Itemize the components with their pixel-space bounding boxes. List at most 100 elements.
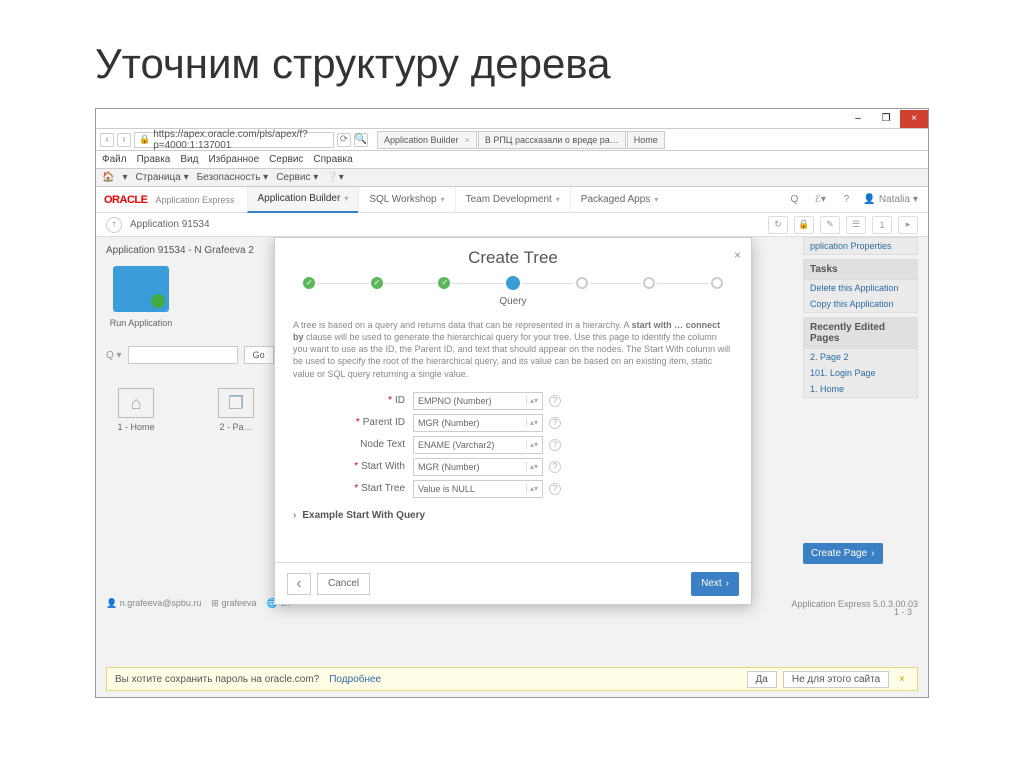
bc-bug-icon[interactable]: ✎ bbox=[820, 216, 840, 234]
side-props[interactable]: pplication Properties bbox=[804, 238, 917, 254]
page-search-input[interactable] bbox=[128, 346, 238, 364]
bc-run-icon[interactable]: ▸ bbox=[898, 216, 918, 234]
wizard-step-3 bbox=[438, 277, 450, 289]
bc-edit-icon[interactable]: ☰ bbox=[846, 216, 866, 234]
breadcrumb-app[interactable]: Application 91534 bbox=[130, 219, 210, 230]
wizard-step-6 bbox=[643, 277, 655, 289]
create-page-button[interactable]: Create Page› bbox=[803, 543, 883, 564]
browser-tab-2[interactable]: В РПЦ рассказали о вреде ра… bbox=[478, 131, 626, 149]
menu-edit[interactable]: Правка bbox=[137, 154, 171, 165]
maximize-button[interactable]: ❐ bbox=[872, 110, 900, 128]
tab-packaged[interactable]: Packaged Apps▾ bbox=[570, 187, 669, 213]
lbl-node-text: Node Text bbox=[360, 439, 405, 450]
help-icon[interactable]: ? bbox=[837, 191, 855, 209]
help-start-tree-icon[interactable]: ? bbox=[549, 483, 561, 495]
menu-file[interactable]: Файл bbox=[102, 154, 127, 165]
admin-icon[interactable]: ℰ▾ bbox=[811, 191, 829, 209]
lock-icon: 🔒 bbox=[139, 134, 150, 145]
wizard-back-button[interactable]: ‹ bbox=[287, 573, 311, 595]
select-parent-id[interactable]: MGR (Number)▴▾ bbox=[413, 414, 543, 432]
wizard-step-label: Query bbox=[275, 296, 751, 307]
page2-icon: ❐ bbox=[218, 388, 254, 418]
refresh-icon[interactable]: ⟳ bbox=[337, 133, 351, 147]
menu-favorites[interactable]: Избранное bbox=[208, 154, 259, 165]
pw-more-link[interactable]: Подробнее bbox=[329, 674, 381, 685]
tab-team-dev[interactable]: Team Development▾ bbox=[455, 187, 570, 213]
bc-page-icon[interactable]: 1 bbox=[872, 216, 892, 234]
page-count: 1 - 3 bbox=[803, 604, 918, 620]
select-start-with[interactable]: MGR (Number)▴▾ bbox=[413, 458, 543, 476]
tile-run-app[interactable]: Run Application bbox=[106, 266, 176, 328]
link-page2[interactable]: 2. Page 2 bbox=[804, 349, 917, 365]
lbl-parent-id: Parent ID bbox=[363, 417, 405, 428]
home-icon[interactable]: 🏠 bbox=[102, 172, 114, 183]
go-button[interactable]: Go bbox=[244, 346, 274, 364]
create-tree-modal: Create Tree × Query A tree is based on a… bbox=[274, 237, 752, 605]
wizard-step-1 bbox=[303, 277, 315, 289]
nav-fwd-icon[interactable]: › bbox=[117, 133, 131, 147]
menu-help[interactable]: Справка bbox=[313, 154, 352, 165]
search-icon[interactable]: Q bbox=[785, 191, 803, 209]
close-button[interactable]: × bbox=[900, 110, 928, 128]
search-mag-icon[interactable]: Q ▾ bbox=[106, 350, 122, 361]
tab-sql-workshop[interactable]: SQL Workshop▾ bbox=[358, 187, 454, 213]
side-tasks-head: Tasks bbox=[804, 260, 917, 280]
page-tile-home[interactable]: ⌂ 1 - Home bbox=[106, 388, 166, 432]
run-app-icon bbox=[113, 266, 169, 312]
tb-service[interactable]: Сервис ▾ bbox=[276, 172, 318, 183]
nav-back-icon[interactable]: ‹ bbox=[100, 133, 114, 147]
pw-yes-button[interactable]: Да bbox=[747, 671, 777, 688]
link-delete-app[interactable]: Delete this Application bbox=[804, 280, 917, 296]
side-recent-head: Recently Edited Pages bbox=[804, 318, 917, 349]
bc-lock-icon[interactable]: 🔒 bbox=[794, 216, 814, 234]
home-page-label: 1 - Home bbox=[106, 422, 166, 432]
tab-app-builder[interactable]: Application Builder▾ bbox=[247, 187, 359, 213]
oracle-logo: ORACLE bbox=[96, 194, 155, 206]
slide-title: Уточним структуру дерева bbox=[0, 0, 1024, 108]
help-id-icon[interactable]: ? bbox=[549, 395, 561, 407]
window-chrome: – ❐ × bbox=[96, 109, 928, 129]
wizard-step-5 bbox=[576, 277, 588, 289]
menu-tools[interactable]: Сервис bbox=[269, 154, 303, 165]
link-login-page[interactable]: 101. Login Page bbox=[804, 365, 917, 381]
minimize-button[interactable]: – bbox=[844, 110, 872, 128]
pw-close-icon[interactable]: × bbox=[895, 674, 909, 685]
pw-no-button[interactable]: Не для этого сайта bbox=[783, 671, 889, 688]
link-home-page[interactable]: 1. Home bbox=[804, 381, 917, 397]
address-bar: ‹ › 🔒 https://apex.oracle.com/pls/apex/f… bbox=[96, 129, 928, 151]
user-menu[interactable]: 👤Natalia ▾ bbox=[863, 194, 918, 205]
expand-example-query[interactable]: ›Example Start With Query bbox=[275, 500, 751, 531]
tb-safety[interactable]: Безопасность ▾ bbox=[197, 172, 269, 183]
search-icon[interactable]: 🔍 bbox=[354, 133, 368, 147]
help-parent-icon[interactable]: ? bbox=[549, 417, 561, 429]
url-input[interactable]: 🔒 https://apex.oracle.com/pls/apex/f?p=4… bbox=[134, 132, 334, 148]
tb-help-icon[interactable]: ❔▾ bbox=[326, 172, 343, 183]
select-node-text[interactable]: ENAME (Varchar2)▴▾ bbox=[413, 436, 543, 454]
feed-icon[interactable]: ▾ bbox=[122, 172, 127, 183]
link-copy-app[interactable]: Copy this Application bbox=[804, 296, 917, 312]
select-id[interactable]: EMPNO (Number)▴▾ bbox=[413, 392, 543, 410]
wizard-step-2 bbox=[371, 277, 383, 289]
wizard-step-4 bbox=[506, 276, 520, 290]
nav-up-icon[interactable]: ↑ bbox=[106, 217, 122, 233]
right-sidebar: pplication Properties Tasks Delete this … bbox=[803, 237, 918, 620]
browser-tab-1[interactable]: Application Builder× bbox=[377, 131, 477, 149]
menu-view[interactable]: Вид bbox=[180, 154, 198, 165]
modal-close-icon[interactable]: × bbox=[734, 248, 741, 262]
modal-footer: ‹ Cancel Next› bbox=[275, 562, 751, 604]
modal-description: A tree is based on a query and returns d… bbox=[275, 315, 751, 390]
cancel-button[interactable]: Cancel bbox=[317, 573, 370, 595]
lbl-id: ID bbox=[395, 395, 405, 406]
footer-ws: ⊞ grafeeva bbox=[211, 598, 256, 609]
select-start-tree[interactable]: Value is NULL▴▾ bbox=[413, 480, 543, 498]
help-node-icon[interactable]: ? bbox=[549, 439, 561, 451]
content-area: Application 91534 - N Grafeeva 2 Run App… bbox=[96, 237, 928, 697]
page-tile-2[interactable]: ❐ 2 - Pa… bbox=[206, 388, 266, 432]
help-start-with-icon[interactable]: ? bbox=[549, 461, 561, 473]
bc-redo-icon[interactable]: ↻ bbox=[768, 216, 788, 234]
tab-strip: Application Builder× В РПЦ рассказали о … bbox=[377, 131, 924, 149]
next-button[interactable]: Next› bbox=[691, 572, 739, 596]
browser-tab-3[interactable]: Home bbox=[627, 131, 665, 149]
tb-page[interactable]: Страница ▾ bbox=[135, 172, 188, 183]
url-text: https://apex.oracle.com/pls/apex/f?p=400… bbox=[153, 129, 329, 151]
